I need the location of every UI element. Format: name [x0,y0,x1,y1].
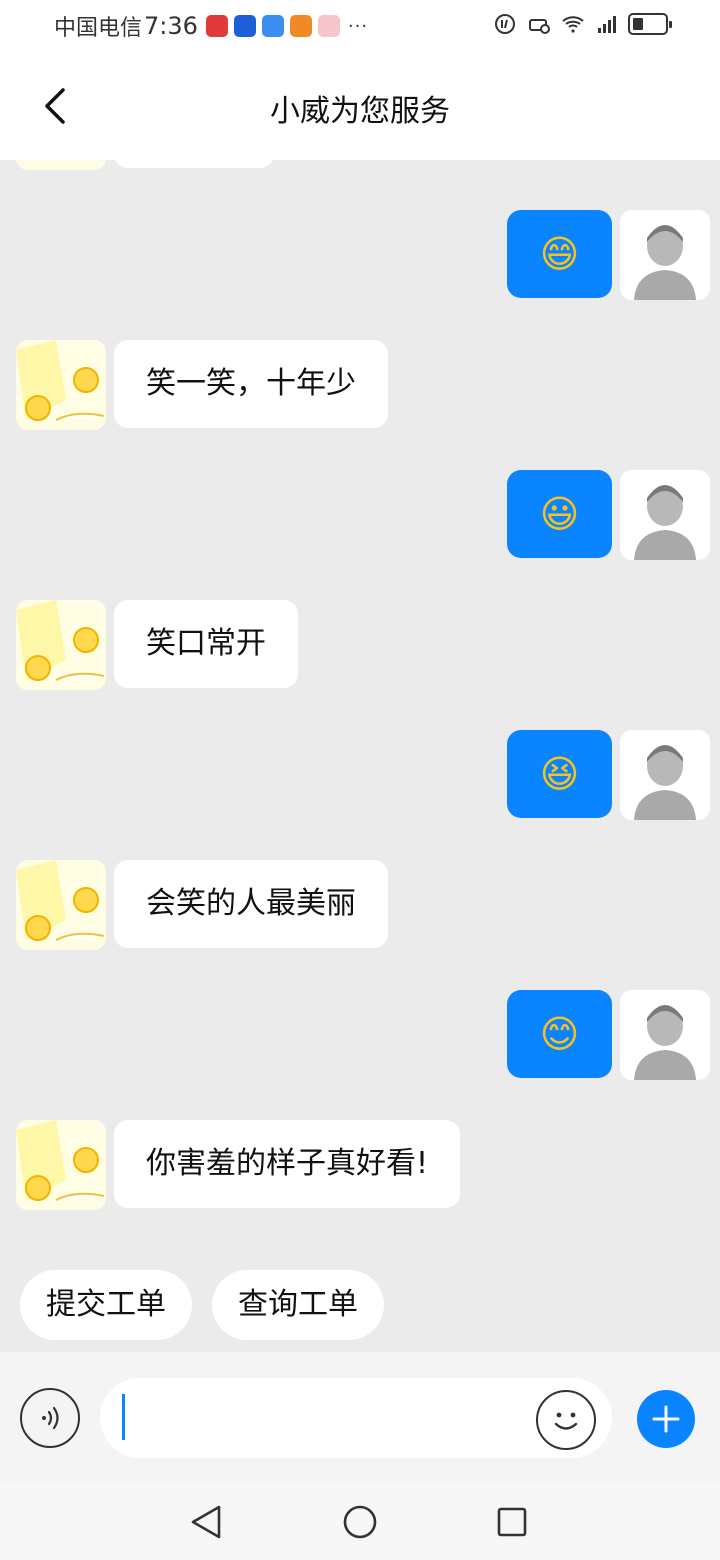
wifi-icon [562,16,584,33]
chat-header: 小威为您服务 [0,52,720,160]
bot-avatar-icon [16,1120,106,1210]
submit-ticket-button[interactable]: 提交工单 [20,1270,192,1340]
page-title: 小威为您服务 [270,94,450,129]
nav-recents-button[interactable] [492,1502,532,1542]
bot-avatar-icon [16,340,106,430]
data-saver-icon [495,14,515,34]
voice-input-button[interactable] [20,1388,80,1448]
message-row-bot: 你害羞的样子真好看! [0,1120,720,1210]
message-bubble-user[interactable]: 😆 [507,730,612,818]
bot-avatar[interactable] [16,860,106,950]
more-notifications-icon: ··· [347,15,369,37]
bot-avatar-icon [16,600,106,690]
signal-icon [598,16,616,33]
message-bubble-bot[interactable]: 会笑的人最美丽 [114,860,388,948]
vpn-icon [529,19,550,34]
message-bubble-user[interactable]: 😊 [507,990,612,1078]
message-row-user: 😄 [0,210,720,300]
user-avatar[interactable] [620,990,710,1080]
message-row-bot: 会笑的人最美丽 [0,860,720,950]
user-avatar-icon [620,210,710,300]
emoji-button[interactable] [536,1390,596,1450]
triangle-back-icon [191,1505,221,1539]
message-row-user: 😊 [0,990,720,1080]
grin-emoji-icon: 😄 [539,232,580,276]
nav-back-button[interactable] [186,1502,226,1542]
message-row-bot: 笑口常开 [0,600,720,690]
nav-home-button[interactable] [340,1502,380,1542]
bot-avatar[interactable] [16,1120,106,1210]
input-bar [0,1352,720,1482]
laughing-emoji-icon: 😆 [539,752,580,796]
bulb-app-icon [233,15,256,37]
square-recents-icon [497,1507,527,1537]
user-avatar-icon [620,730,710,820]
more-options-button[interactable] [637,1390,695,1448]
bot-avatar-icon [16,860,106,950]
bot-avatar[interactable] [16,340,106,430]
system-nav-bar [0,1482,720,1560]
user-avatar-icon [620,470,710,560]
notification-icons [205,15,340,37]
voice-icon [42,1406,59,1430]
huawei-store-icon [205,15,228,37]
status-right [492,12,672,36]
carrier-label: 中国电信 [54,16,143,41]
video-app-icon [289,15,312,37]
plus-icon [652,1405,680,1433]
battery-icon [628,13,672,35]
message-bubble-bot [114,160,274,168]
bot-avatar [16,160,106,170]
quick-actions: 提交工单 查询工单 [20,1270,384,1340]
status-left: 中国电信 7:36 ··· [54,10,368,42]
user-avatar[interactable] [620,470,710,560]
message-row-bot: 笑一笑，十年少 [0,340,720,430]
bot-avatar[interactable] [16,600,106,690]
gift-app-icon [317,15,340,37]
cloud-app-icon [261,15,284,37]
message-row-user: 😆 [0,730,720,820]
message-bubble-bot[interactable]: 笑一笑，十年少 [114,340,388,428]
message-row-user: 😃 [0,470,720,560]
user-avatar[interactable] [620,730,710,820]
query-ticket-button[interactable]: 查询工单 [212,1270,384,1340]
clock: 7:36 [144,12,198,40]
message-bubble-bot[interactable]: 你害羞的样子真好看! [114,1120,461,1208]
smile-icon [554,1412,578,1430]
text-cursor [122,1394,125,1440]
message-bubble-user[interactable]: 😄 [507,210,612,298]
status-bar: 中国电信 7:36 ··· [0,0,720,52]
user-avatar[interactable] [620,210,710,300]
message-bubble-user[interactable]: 😃 [507,470,612,558]
circle-home-icon [343,1505,377,1539]
blush-emoji-icon: 😊 [539,1012,580,1056]
smiley-emoji-icon: 😃 [539,492,580,536]
message-bubble-bot[interactable]: 笑口常开 [114,600,298,688]
user-avatar-icon [620,990,710,1080]
chat-area[interactable]: 😄 笑一笑，十年少 😃 笑口常开 😆 会笑的人最美丽 😊 你害羞的样子真好看! [0,160,720,1352]
